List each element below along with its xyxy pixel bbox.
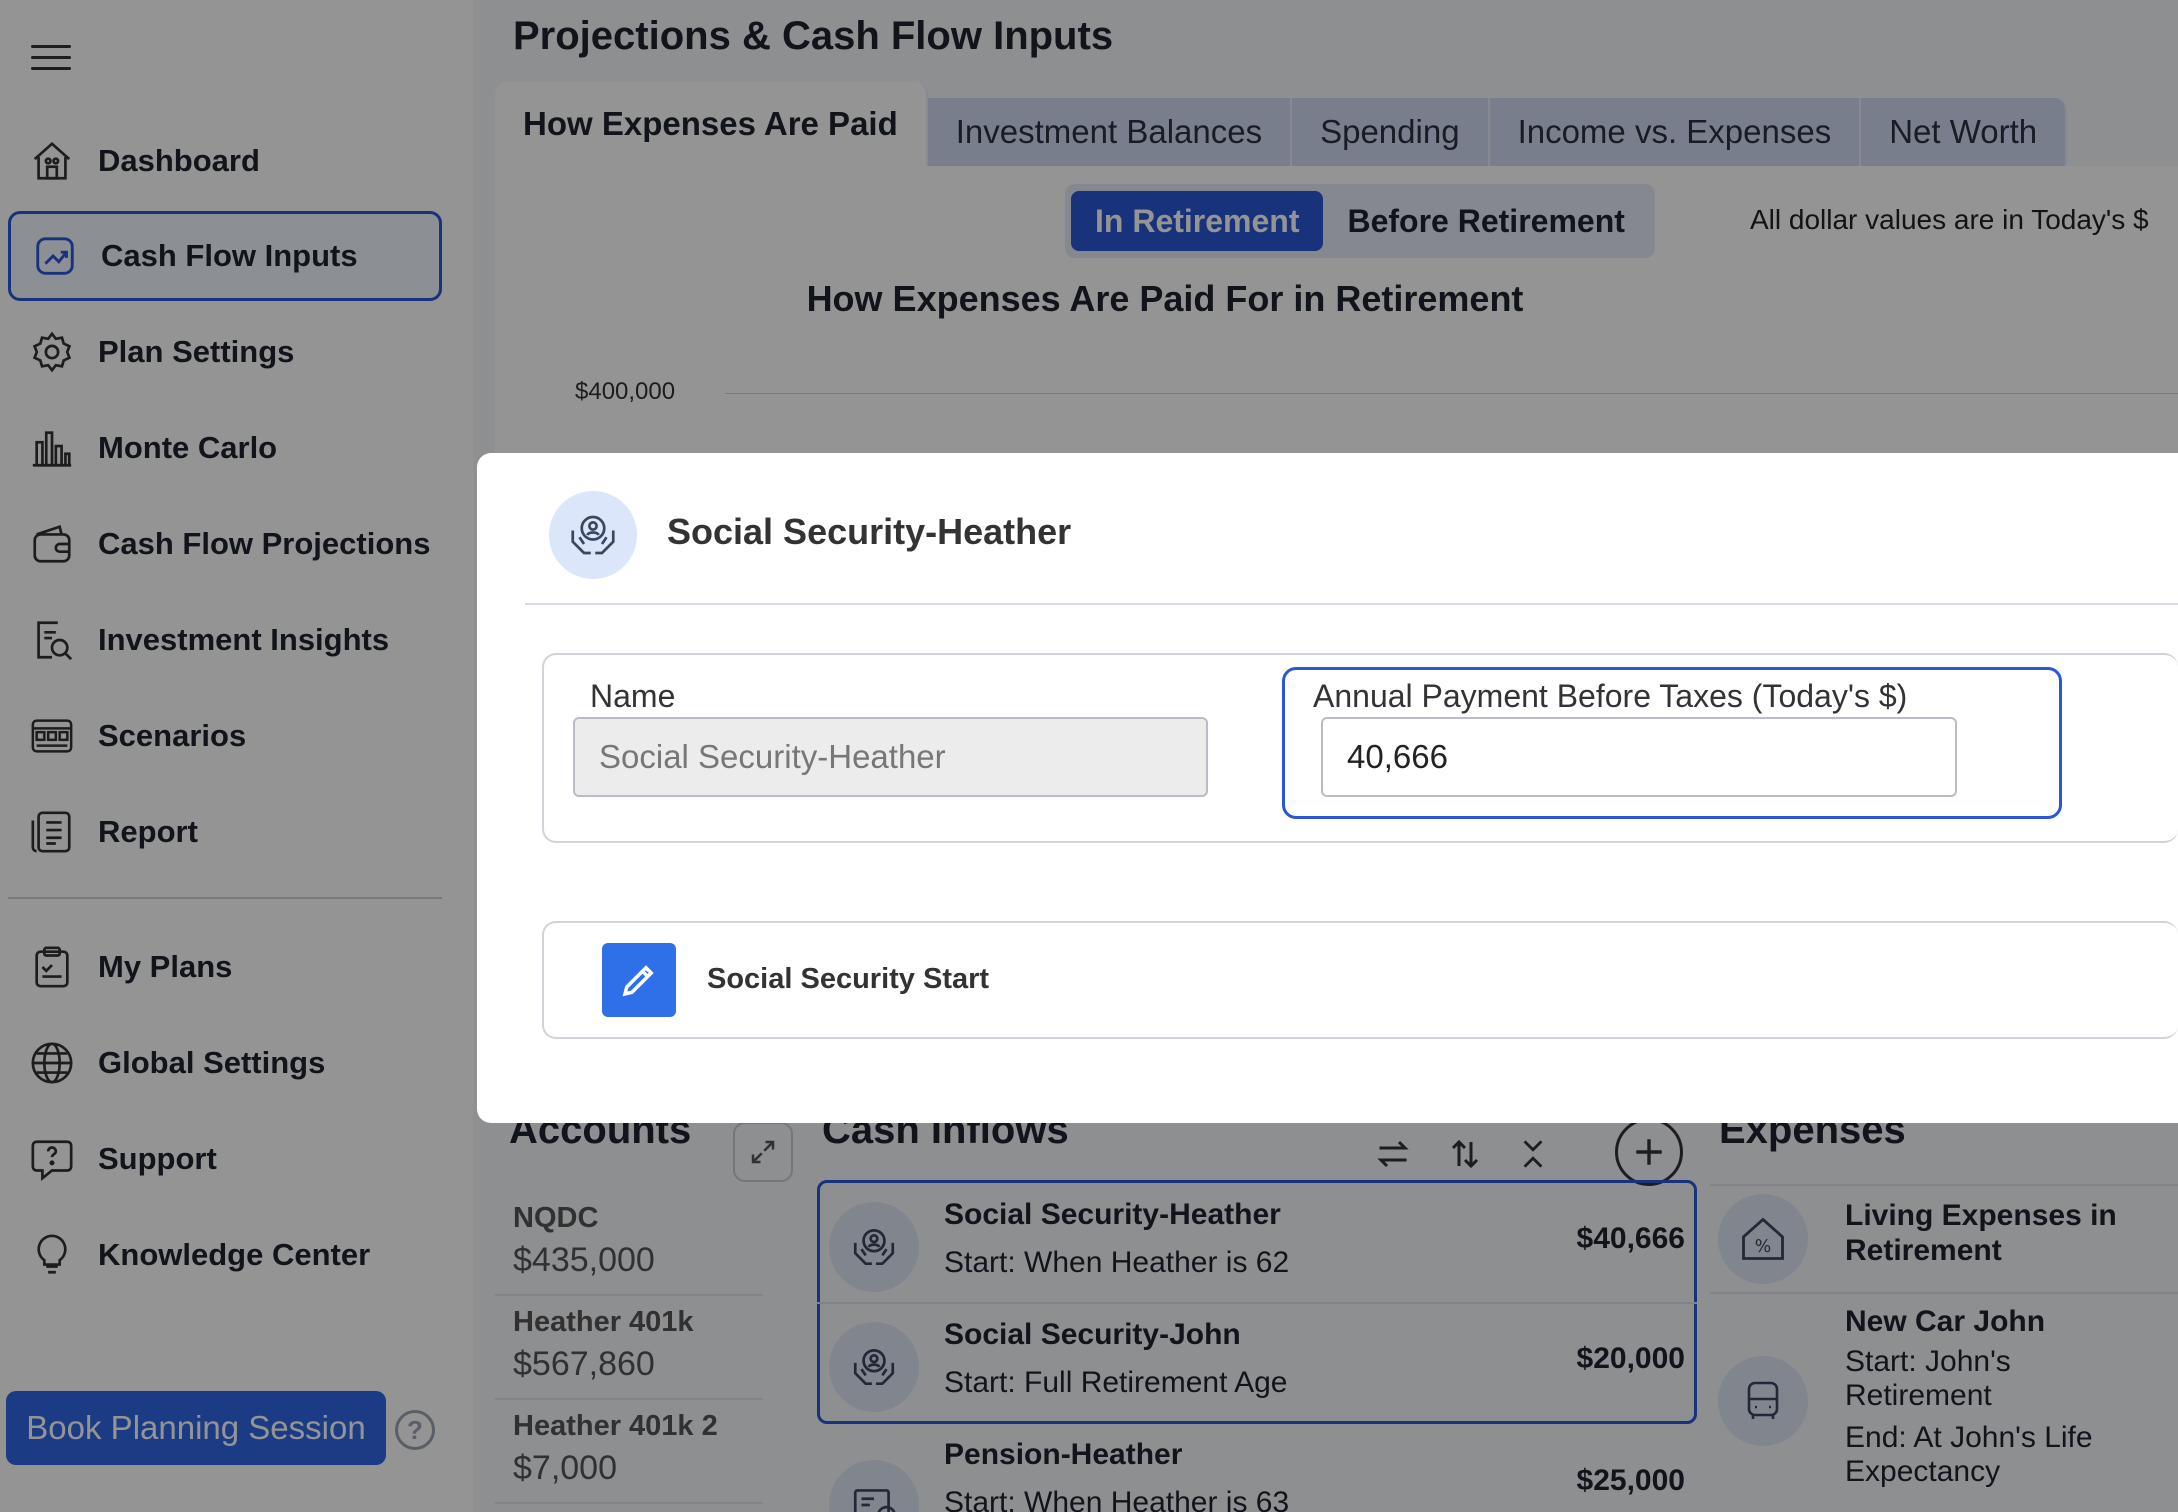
name-field: Social Security-Heather [573,717,1208,797]
social-security-start-section[interactable]: Social Security Start [542,921,2178,1039]
section-label: Social Security Start [707,963,990,995]
name-label: Name [590,678,676,714]
modal-title: Social Security-Heather [667,511,1072,552]
edit-income-modal: Social Security-Heather Name Social Secu… [477,453,2178,1123]
modal-divider [525,603,2178,605]
details-card: Name Social Security-Heather Annual Paym… [542,653,2178,843]
pencil-icon[interactable] [602,943,676,1017]
annual-payment-label: Annual Payment Before Taxes (Today's $) [1313,678,1908,714]
social-security-icon [549,491,637,579]
annual-payment-input[interactable]: 40,666 [1321,717,1957,797]
